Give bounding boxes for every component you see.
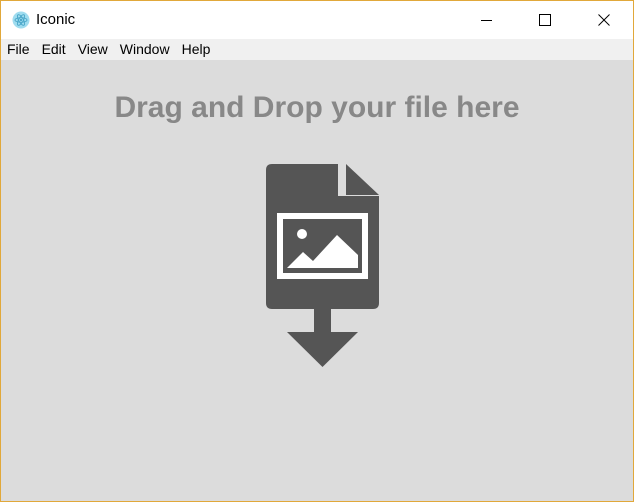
- drop-zone[interactable]: Drag and Drop your file here: [1, 60, 633, 501]
- close-icon: [598, 14, 610, 26]
- menu-edit[interactable]: Edit: [36, 39, 72, 60]
- title-bar[interactable]: Iconic: [1, 1, 633, 39]
- app-window: Iconic File Edit View Window Help Drag a…: [0, 0, 634, 502]
- maximize-button[interactable]: [516, 1, 574, 39]
- menu-bar: File Edit View Window Help: [1, 39, 633, 60]
- menu-view[interactable]: View: [72, 39, 114, 60]
- minimize-button[interactable]: [458, 1, 516, 39]
- maximize-icon: [539, 14, 551, 26]
- minimize-icon: [481, 20, 492, 21]
- atom-icon: [12, 11, 30, 29]
- menu-help[interactable]: Help: [176, 39, 217, 60]
- window-title: Iconic: [36, 11, 76, 28]
- drop-heading: Drag and Drop your file here: [114, 91, 520, 124]
- menu-window[interactable]: Window: [114, 39, 176, 60]
- menu-file[interactable]: File: [1, 39, 36, 60]
- image-file-download-icon: [266, 164, 379, 367]
- close-button[interactable]: [575, 1, 633, 39]
